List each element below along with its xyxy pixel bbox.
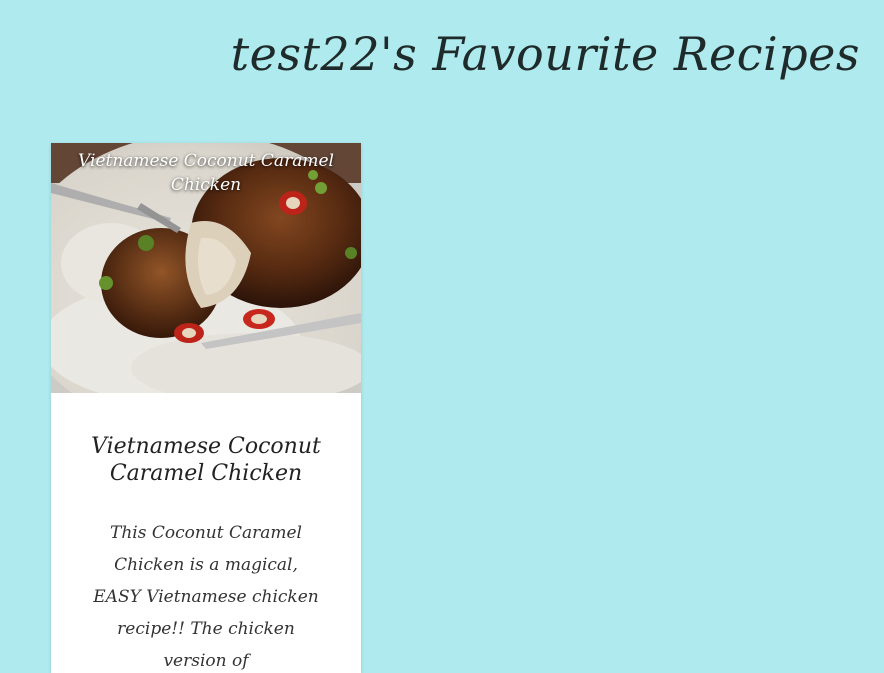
recipe-image[interactable]: Vietnamese Coconut Caramel Chicken xyxy=(51,143,361,393)
recipe-title[interactable]: Vietnamese Coconut Caramel Chicken xyxy=(71,433,341,487)
page-title: test22's Favourite Recipes xyxy=(230,27,860,81)
recipe-description: This Coconut Caramel Chicken is a magica… xyxy=(93,523,319,671)
recipe-card[interactable]: Vietnamese Coconut Caramel Chicken Vietn… xyxy=(51,143,361,673)
image-caption: Vietnamese Coconut Caramel Chicken xyxy=(78,151,334,195)
